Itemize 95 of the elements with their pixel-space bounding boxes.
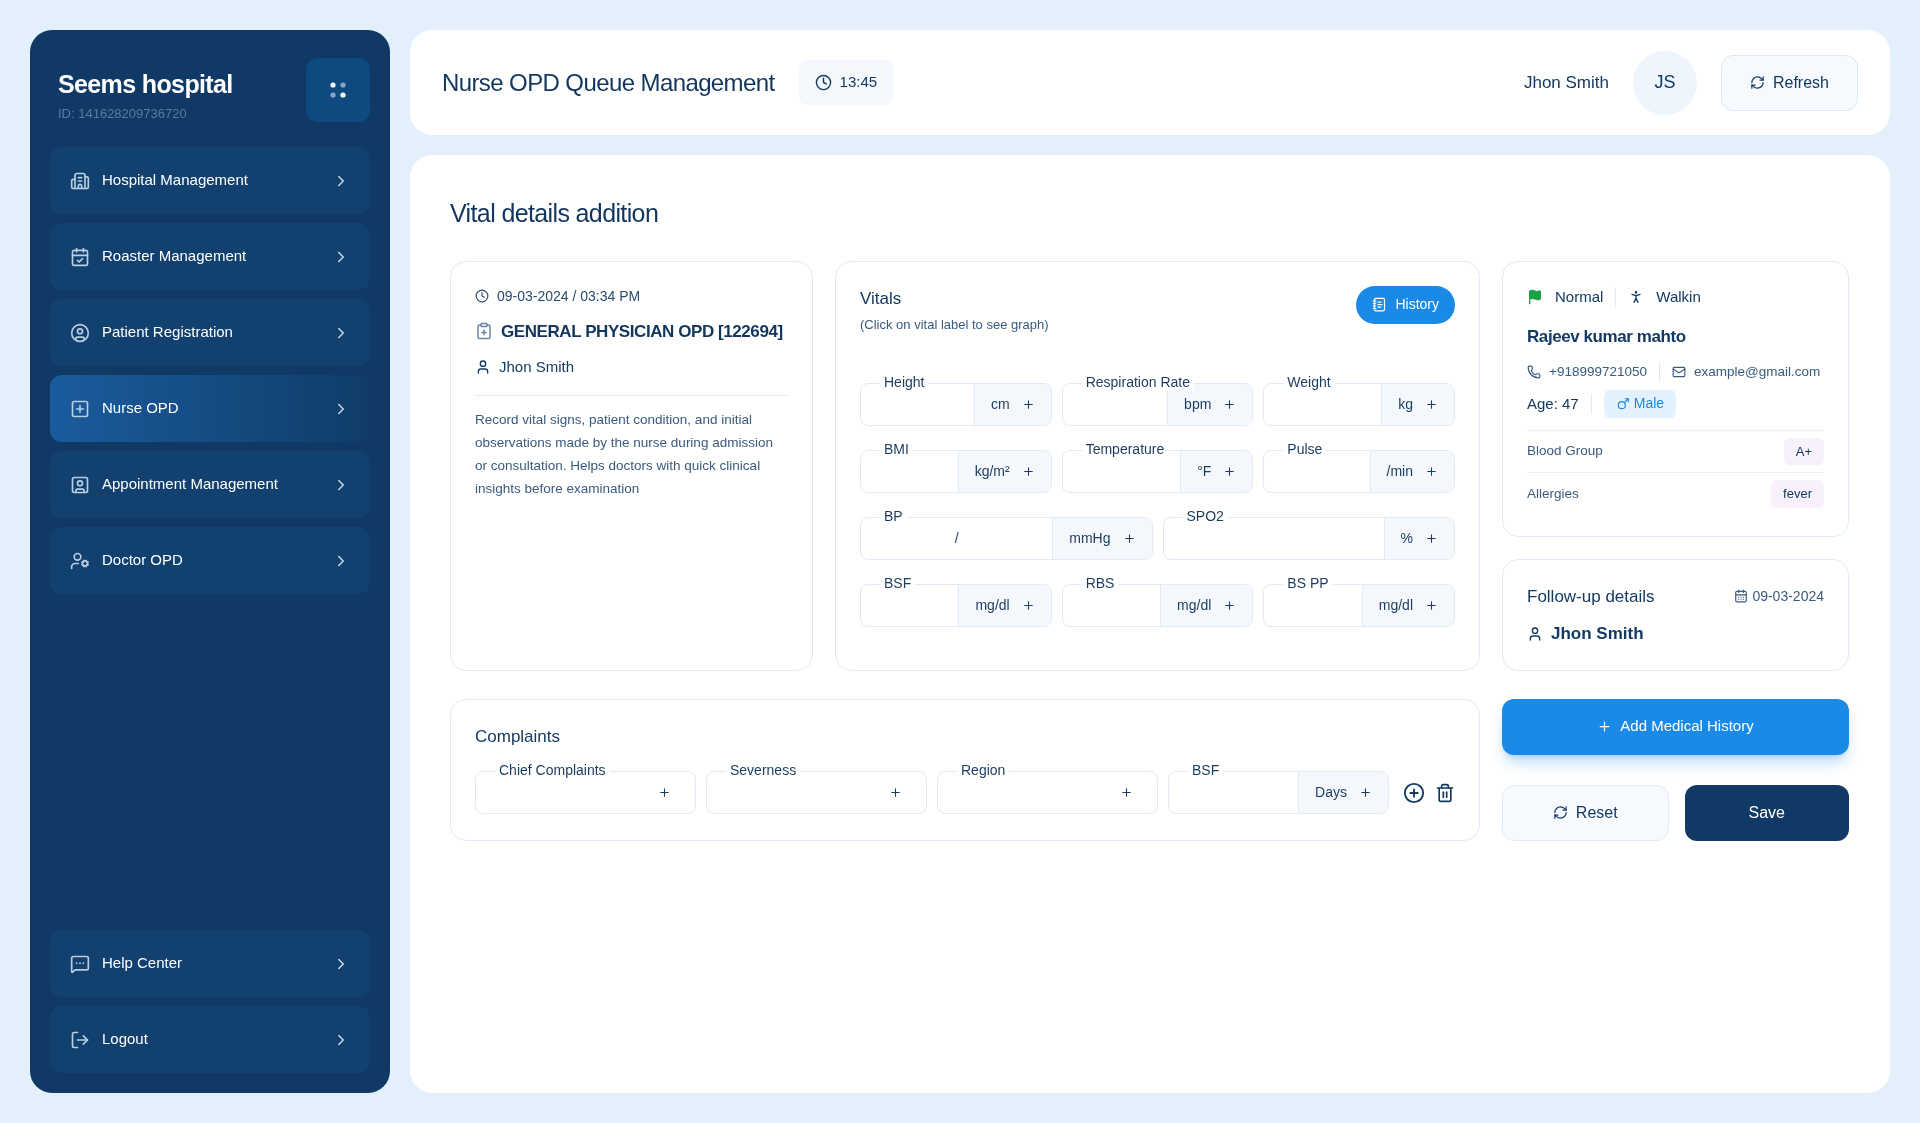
notebook-icon bbox=[1372, 297, 1388, 312]
user-card-icon bbox=[70, 474, 90, 495]
unit-button[interactable]: cm bbox=[974, 383, 1051, 425]
plus-icon bbox=[1425, 464, 1438, 478]
plus-icon bbox=[1425, 598, 1438, 612]
apps-button[interactable] bbox=[306, 58, 370, 122]
priority-label: Normal bbox=[1555, 286, 1604, 307]
unit-button[interactable]: mg/dl bbox=[1160, 584, 1253, 626]
plus-square-icon bbox=[70, 398, 90, 419]
plus-icon bbox=[1223, 464, 1237, 478]
visit-description: Record vital signs, patient condition, and initial observations made by the nurse during admission or consultation. Helps doctors with quick clinical insights before examination bbox=[475, 410, 774, 498]
unit-button[interactable]: mmHg bbox=[1052, 517, 1152, 559]
user-name: Jhon Smith bbox=[1523, 71, 1609, 94]
visit-type: Walkin bbox=[1656, 286, 1701, 307]
unit-button[interactable]: kg/m² bbox=[957, 450, 1051, 492]
follow-up-doctor: Jhon Smith bbox=[1551, 623, 1644, 645]
hospital-id: ID: 141628209736720 bbox=[58, 104, 188, 123]
mail-icon bbox=[1672, 364, 1686, 379]
unit-button[interactable]: kg bbox=[1381, 383, 1454, 425]
nav-item[interactable]: Appointment Management bbox=[50, 451, 370, 518]
unit-button[interactable]: Days bbox=[1298, 772, 1388, 813]
chat-icon bbox=[70, 953, 90, 974]
complaints-title: Complaints bbox=[475, 726, 561, 746]
dots-icon bbox=[329, 81, 347, 99]
plus-icon bbox=[1223, 397, 1237, 411]
calendar-icon bbox=[1734, 589, 1749, 604]
plus-icon bbox=[658, 786, 671, 799]
nav-item[interactable]: Roaster Management bbox=[50, 223, 370, 290]
unit-button[interactable]: mg/dl bbox=[1361, 584, 1454, 626]
plus-icon bbox=[1021, 397, 1035, 411]
nav-item[interactable]: Patient Registration bbox=[50, 299, 370, 366]
history-button[interactable]: History bbox=[1356, 285, 1455, 324]
clock-icon bbox=[475, 289, 489, 303]
user-gear-icon bbox=[70, 550, 90, 571]
plus-icon bbox=[1425, 397, 1438, 411]
detail-value: A+ bbox=[1783, 437, 1824, 466]
add-medical-history-button[interactable]: Add Medical History bbox=[1502, 698, 1849, 755]
time-chip: 13:45 bbox=[798, 60, 894, 105]
plus-icon bbox=[1223, 598, 1237, 612]
plus-icon bbox=[1425, 531, 1438, 545]
refresh-button[interactable]: Refresh bbox=[1720, 54, 1858, 111]
follow-up-date: 09-03-2024 bbox=[1752, 586, 1824, 606]
refresh-icon bbox=[1552, 805, 1568, 820]
section-title: Vital details addition bbox=[450, 198, 660, 229]
refresh-icon bbox=[1749, 75, 1765, 90]
nurse-name: Jhon Smith bbox=[499, 357, 575, 377]
plus-icon bbox=[1359, 786, 1372, 799]
plus-icon bbox=[1122, 531, 1136, 545]
reset-button[interactable]: Reset bbox=[1502, 784, 1669, 841]
detail-label: Blood Group bbox=[1527, 442, 1603, 461]
detail-value: fever bbox=[1771, 480, 1824, 508]
unit-button[interactable]: /min bbox=[1369, 450, 1454, 492]
detail-label: Allergies bbox=[1527, 484, 1579, 503]
logout-icon bbox=[70, 1029, 90, 1050]
patient-email: example@gmail.com bbox=[1694, 362, 1821, 381]
patient-age: Age: 47 bbox=[1527, 393, 1579, 414]
male-icon bbox=[1615, 396, 1630, 411]
page-header-title: Nurse OPD Queue Management bbox=[442, 67, 775, 98]
nav-item[interactable]: Hospital Management bbox=[50, 147, 370, 214]
plus-icon bbox=[889, 786, 902, 799]
gender-badge: Male bbox=[1603, 389, 1677, 418]
unit-button[interactable]: °F bbox=[1180, 450, 1253, 492]
unit-button[interactable]: % bbox=[1383, 517, 1454, 559]
phone-icon bbox=[1527, 364, 1541, 379]
clock-icon bbox=[814, 74, 832, 91]
brand-name: Seems hospital bbox=[58, 69, 233, 100]
plus-icon bbox=[1597, 719, 1613, 734]
nav-item[interactable]: Help Center bbox=[50, 930, 370, 997]
plus-icon bbox=[1120, 786, 1133, 799]
vitals-hint: (Click on vital label to see graph) bbox=[860, 316, 1049, 334]
nav-item[interactable]: Doctor OPD bbox=[50, 527, 370, 594]
field-label: Region bbox=[957, 761, 1010, 779]
unit-button[interactable]: mg/dl bbox=[958, 584, 1051, 626]
user-icon bbox=[475, 359, 491, 376]
nav-item[interactable]: Nurse OPD bbox=[50, 375, 370, 442]
field-label: Chief Complaints bbox=[495, 761, 610, 779]
clipboard-icon bbox=[475, 322, 493, 341]
building-icon bbox=[70, 170, 90, 191]
plus-icon bbox=[1021, 464, 1035, 478]
calendar-check-icon bbox=[70, 246, 90, 267]
patient-name: Rajeev kumar mahto bbox=[1527, 326, 1687, 348]
trash-icon[interactable] bbox=[1435, 782, 1455, 803]
save-button[interactable]: Save bbox=[1684, 784, 1849, 841]
patient-phone: +918999721050 bbox=[1549, 362, 1647, 381]
follow-up-title: Follow-up details bbox=[1527, 585, 1655, 608]
visit-datetime: 09-03-2024 / 03:34 PM bbox=[497, 286, 641, 306]
user-icon bbox=[1527, 625, 1543, 642]
separator-text: / bbox=[954, 528, 959, 548]
user-circle-icon bbox=[70, 322, 90, 343]
vitals-title: Vitals bbox=[860, 287, 903, 310]
add-circle-icon[interactable] bbox=[1403, 781, 1425, 804]
department-name: GENERAL PHYSICIAN OPD [122694] bbox=[501, 320, 783, 343]
plus-icon bbox=[1021, 598, 1035, 612]
nav-item[interactable]: Logout bbox=[50, 1006, 370, 1073]
user-avatar[interactable]: JS bbox=[1632, 50, 1697, 115]
